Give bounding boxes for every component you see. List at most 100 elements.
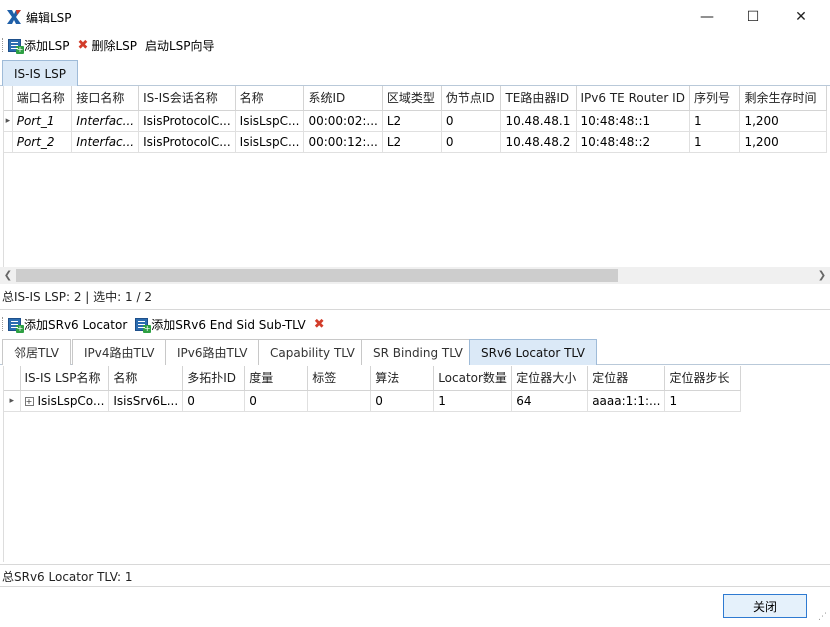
col-header[interactable]: IS-IS会话名称 [138, 86, 236, 111]
col-header[interactable]: IS-IS LSP名称 [20, 366, 110, 391]
table-cell[interactable]: 1 [689, 131, 741, 153]
delete-lsp-button[interactable]: ✖ 删除LSP [78, 37, 137, 54]
table-cell[interactable]: 10.48.48.2 [500, 131, 577, 153]
col-header[interactable]: 定位器步长 [664, 366, 742, 391]
col-header[interactable]: 名称 [235, 86, 305, 111]
row-header-corner [4, 366, 21, 391]
table-cell[interactable]: Interfac... [71, 131, 140, 153]
col-header[interactable]: TE路由器ID [500, 86, 577, 111]
table-cell[interactable]: 0 [244, 390, 309, 412]
add-lsp-label: 添加LSP [24, 38, 70, 53]
table-cell[interactable]: aaaa:1:1:... [587, 390, 666, 412]
col-header[interactable]: Locator数量 [433, 366, 513, 391]
col-header[interactable]: 定位器 [587, 366, 666, 391]
scrollbar-thumb[interactable] [16, 269, 618, 282]
table-cell[interactable]: IsisLspC... [235, 131, 305, 153]
close-window-button[interactable]: ✕ [778, 0, 824, 34]
locator-status-text: 总SRv6 Locator TLV: 1 [2, 570, 133, 584]
resize-grip-icon[interactable]: ⋰ [818, 613, 828, 625]
lsp-grid: 端口名称 接口名称 IS-IS会话名称 名称 系统ID 区域类型 伪节点ID T… [3, 86, 827, 268]
col-header[interactable]: 多拓扑ID [182, 366, 246, 391]
locator-grid: IS-IS LSP名称 名称 多拓扑ID 度量 标签 算法 Locator数量 … [3, 366, 827, 562]
row-header [4, 131, 13, 153]
col-header[interactable]: 名称 [108, 366, 184, 391]
delete-lsp-label: 删除LSP [91, 38, 137, 53]
tab-sr-binding-tlv[interactable]: SR Binding TLV [361, 339, 475, 365]
lsp-status-text: 总IS-IS LSP: 2 | 选中: 1 / 2 [2, 290, 152, 304]
col-header[interactable]: 伪节点ID [441, 86, 502, 111]
table-cell[interactable]: L2 [382, 110, 442, 132]
table-cell[interactable]: L2 [382, 131, 442, 153]
current-row-indicator-icon: ▸ [4, 390, 21, 412]
add-end-sid-label: 添加SRv6 End Sid Sub-TLV [151, 317, 306, 332]
table-cell[interactable]: + IsisLspCo... [20, 390, 110, 412]
table-row[interactable]: ▸ Port_1 Interfac... IsisProtocolC... Is… [4, 110, 827, 132]
start-wizard-label: 启动LSP向导 [145, 38, 215, 53]
col-header[interactable]: 定位器大小 [511, 366, 589, 391]
table-cell[interactable]: 10:48:48::1 [576, 110, 690, 132]
title-bar: 编辑LSP — ☐ ✕ [0, 0, 830, 34]
tab-isis-lsp[interactable]: IS-IS LSP [2, 60, 78, 86]
current-row-indicator-icon: ▸ [4, 110, 13, 132]
col-header[interactable]: 接口名称 [71, 86, 140, 111]
table-cell[interactable]: IsisSrv6L... [108, 390, 184, 412]
delete-tlv-button[interactable]: ✖ [314, 317, 328, 332]
col-header[interactable]: 端口名称 [12, 86, 73, 111]
col-header[interactable]: 区域类型 [382, 86, 442, 111]
col-header[interactable]: 度量 [244, 366, 309, 391]
table-cell[interactable]: 1 [664, 390, 742, 412]
close-button[interactable]: 关闭 [723, 594, 807, 618]
tab-capability-tlv[interactable]: Capability TLV [258, 339, 367, 365]
table-cell[interactable]: 0 [182, 390, 246, 412]
table-cell[interactable]: 1,200 [739, 110, 827, 132]
table-cell[interactable]: 1,200 [739, 131, 827, 153]
table-cell[interactable]: 0 [441, 110, 502, 132]
add-icon: + [8, 38, 24, 54]
table-cell[interactable]: 10.48.48.1 [500, 110, 577, 132]
toolbar-grip [2, 317, 5, 331]
table-cell[interactable]: 1 [433, 390, 513, 412]
tlv-tabstrip: 邻居TLV IPv4路由TLV IPv6路由TLV Capability TLV… [0, 337, 830, 365]
locator-toolbar: + 添加SRv6 Locator + 添加SRv6 End Sid Sub-TL… [0, 313, 336, 335]
expand-icon[interactable]: + [24, 396, 34, 406]
table-cell[interactable]: 64 [511, 390, 589, 412]
col-header[interactable]: 标签 [307, 366, 372, 391]
maximize-button[interactable]: ☐ [730, 0, 776, 34]
table-cell[interactable]: IsisProtocolC... [138, 110, 236, 132]
scroll-left-arrow-icon[interactable]: ❮ [0, 267, 16, 284]
table-cell[interactable]: 0 [441, 131, 502, 153]
add-lsp-button[interactable]: + 添加LSP [8, 37, 70, 54]
tab-ipv6-route-tlv[interactable]: IPv6路由TLV [165, 339, 260, 365]
table-cell[interactable]: 0 [370, 390, 435, 412]
start-lsp-wizard-button[interactable]: 启动LSP向导 [145, 37, 215, 54]
table-cell[interactable]: 00:00:02:... [303, 110, 383, 132]
horizontal-scrollbar[interactable]: ❮ ❯ [0, 267, 830, 284]
table-row[interactable]: ▸ + IsisLspCo... IsisSrv6L... 0 0 0 1 64 … [4, 390, 742, 412]
table-cell[interactable]: Interfac... [71, 110, 140, 132]
table-cell[interactable]: Port_1 [12, 110, 73, 132]
table-cell[interactable] [307, 390, 372, 412]
table-cell[interactable]: 1 [689, 110, 741, 132]
add-srv6-locator-button[interactable]: + 添加SRv6 Locator [8, 316, 127, 333]
table-cell[interactable]: 10:48:48::2 [576, 131, 690, 153]
col-header[interactable]: 序列号 [689, 86, 741, 111]
col-header[interactable]: 剩余生存时间 [739, 86, 827, 111]
tab-ipv4-route-tlv[interactable]: IPv4路由TLV [72, 339, 167, 365]
scroll-right-arrow-icon[interactable]: ❯ [814, 267, 830, 284]
table-cell[interactable]: IsisLspC... [235, 110, 305, 132]
col-header[interactable]: 系统ID [303, 86, 383, 111]
col-header[interactable]: 算法 [370, 366, 435, 391]
tab-srv6-locator-tlv[interactable]: SRv6 Locator TLV [469, 339, 597, 365]
locator-header-row: IS-IS LSP名称 名称 多拓扑ID 度量 标签 算法 Locator数量 … [4, 366, 742, 391]
row-header-corner [4, 86, 13, 111]
delete-icon: ✖ [313, 316, 325, 332]
minimize-button[interactable]: — [684, 0, 730, 34]
table-row[interactable]: Port_2 Interfac... IsisProtocolC... Isis… [4, 131, 827, 153]
col-header[interactable]: IPv6 TE Router ID [576, 86, 690, 111]
divider [0, 564, 830, 565]
table-cell[interactable]: IsisProtocolC... [138, 131, 236, 153]
add-end-sid-button[interactable]: + 添加SRv6 End Sid Sub-TLV [135, 316, 306, 333]
table-cell[interactable]: 00:00:12:... [303, 131, 383, 153]
tab-neighbor-tlv[interactable]: 邻居TLV [2, 339, 71, 365]
table-cell[interactable]: Port_2 [12, 131, 73, 153]
